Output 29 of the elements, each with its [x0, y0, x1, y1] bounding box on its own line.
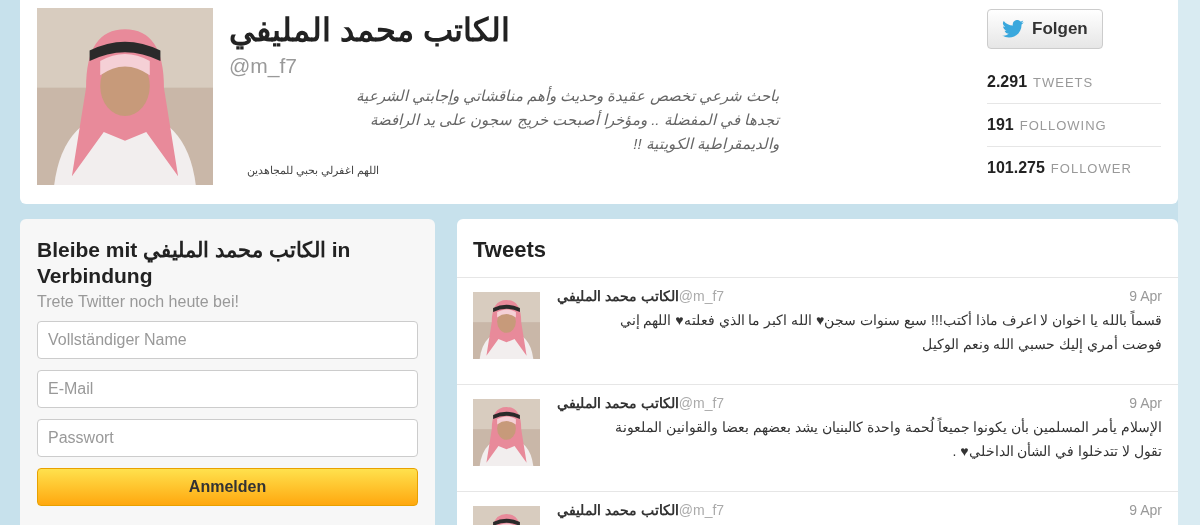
bird-icon: [1002, 20, 1024, 38]
login-button[interactable]: Anmelden: [37, 468, 418, 506]
stat-value: 191: [987, 116, 1014, 134]
profile-name: الكاتب محمد المليفي: [229, 11, 511, 50]
tweet-author[interactable]: الكاتب محمد المليفي: [557, 502, 679, 518]
follow-button[interactable]: Folgen: [987, 9, 1103, 49]
tweet-author[interactable]: الكاتب محمد المليفي: [557, 288, 679, 304]
input-field[interactable]: Passwort: [37, 419, 418, 457]
tweet-handle[interactable]: @m_f7: [678, 288, 725, 304]
tweet-date[interactable]: 9 Apr: [1129, 288, 1162, 304]
signup-subtitle: Trete Twitter noch heute bei!: [37, 293, 240, 311]
tweet-text: الإسلام يأمر المسلمين بأن يكونوا جميعاً لُحمة واحدة كالبنيان يشد بعضهم بعضا والقوانين الملعونة تقول لا تتدخلوا في الشأن الداخلي♥ .: [614, 416, 1162, 462]
stat-value: 2.291: [987, 73, 1028, 91]
tweet-text: قسماً بالله يا اخوان لا اعرف ماذا أكتب!!! سبع سنوات سجن♥ الله اكبر ما الذي فعلته♥ اللهم إني فوضت أمري إليك حسبي الله ونعم الوكيل: [618, 309, 1162, 355]
profile-location: اللهم اغفرلي بحبي للمجاهدين: [245, 164, 379, 177]
stat-label: FOLLOWING: [1019, 117, 1107, 133]
tweet-date[interactable]: 9 Apr: [1129, 502, 1162, 518]
tweets-heading: Tweets: [457, 219, 1178, 278]
profile-handle: @m_f7: [229, 54, 298, 78]
stat-label: FOLLOWER: [1050, 160, 1132, 176]
stat-label: TWEETS: [1033, 74, 1094, 90]
tweet-author[interactable]: الكاتب محمد المليفي: [557, 395, 679, 411]
input-field[interactable]: E-Mail: [37, 370, 418, 408]
tweet-date[interactable]: 9 Apr: [1129, 395, 1162, 411]
profile-bio: باحث شرعي تخصص عقيدة وحديث وأهم مناقشاتي وإجابتي الشرعية تجدها في المفضلة .. ومؤخرا أصبحت خريج سجون على يد الرافضة والديمقراطية الكويتية !!: [354, 85, 779, 155]
input-field[interactable]: Vollständiger Name: [37, 321, 418, 359]
tweet-handle[interactable]: @m_f7: [678, 395, 725, 411]
tweet-handle[interactable]: @m_f7: [678, 502, 725, 518]
stat-value: 101.275: [987, 159, 1045, 177]
